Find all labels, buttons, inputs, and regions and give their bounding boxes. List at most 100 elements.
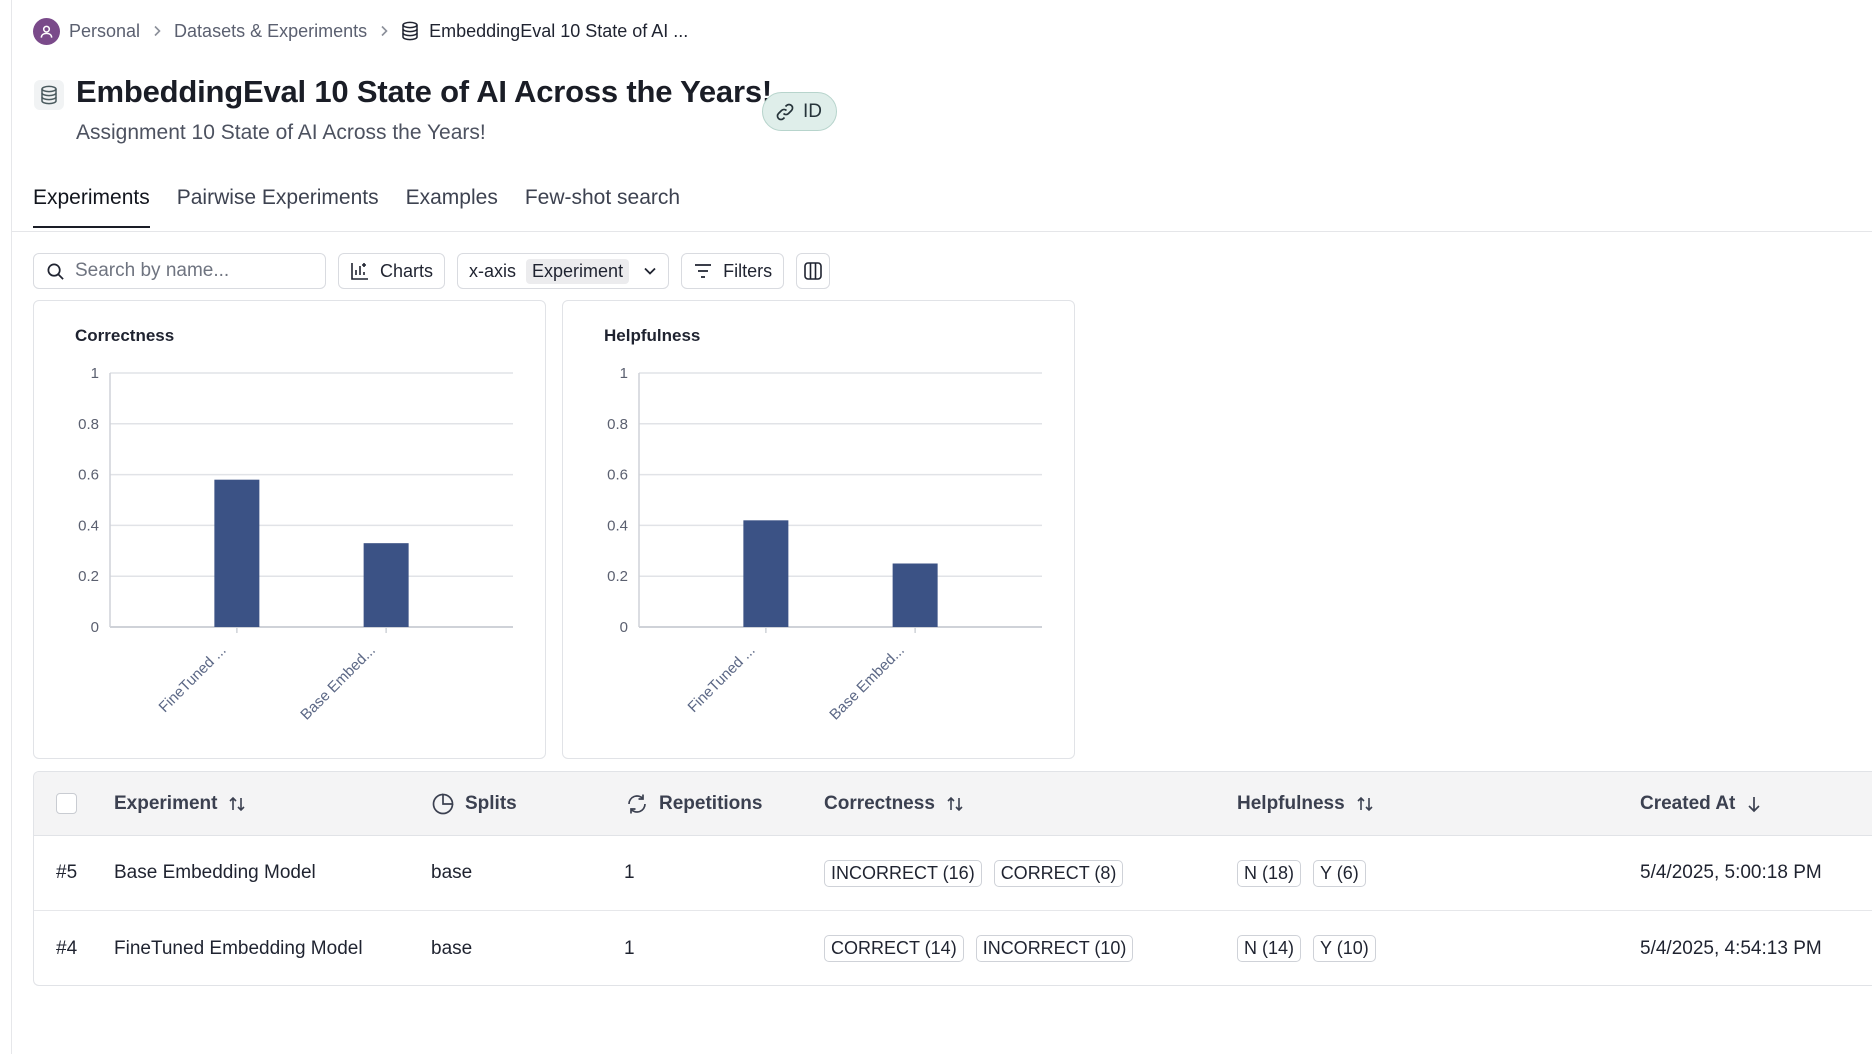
tab-pairwise-experiments[interactable]: Pairwise Experiments bbox=[177, 186, 379, 228]
column-header-repetitions[interactable]: Repetitions bbox=[625, 772, 762, 835]
helpfulness-tags: N (14) Y (10) bbox=[1237, 911, 1388, 985]
y-tick-label: 0 bbox=[620, 619, 628, 636]
page-title: EmbeddingEval 10 State of AI Across the … bbox=[76, 74, 773, 109]
database-icon bbox=[34, 80, 64, 110]
filter-lines-icon bbox=[695, 264, 712, 278]
arrow-down-icon[interactable] bbox=[1745, 794, 1763, 814]
charts-button[interactable]: Charts bbox=[338, 253, 446, 289]
feedback-tag: Y (10) bbox=[1313, 935, 1376, 962]
table-row[interactable]: #4 FineTuned Embedding Model base 1 CORR… bbox=[34, 911, 1872, 985]
select-all-checkbox[interactable] bbox=[56, 793, 77, 814]
tab-bar: Experiments Pairwise Experiments Example… bbox=[33, 186, 680, 228]
correctness-tags: INCORRECT (16) CORRECT (8) bbox=[824, 836, 1135, 910]
filters-label: Filters bbox=[723, 260, 773, 281]
column-header-correctness[interactable]: Correctness bbox=[824, 772, 965, 835]
split-value: base bbox=[431, 862, 473, 883]
correctness-tags: CORRECT (14) INCORRECT (10) bbox=[824, 911, 1145, 985]
feedback-tag: CORRECT (14) bbox=[824, 935, 964, 962]
feedback-tag: Y (6) bbox=[1313, 859, 1366, 887]
bar-chart: 0 0.2 0.4 0.6 0.8 1 FineTuned ... Base Embed... bbox=[78, 365, 513, 724]
charts-label: Charts bbox=[380, 260, 434, 281]
search-box bbox=[33, 253, 326, 289]
column-header-experiment[interactable]: Experiment bbox=[114, 772, 247, 835]
select-all-cell bbox=[56, 772, 77, 835]
toolbar: Charts x-axis Experiment Filters bbox=[33, 253, 831, 289]
chevron-down-icon bbox=[644, 267, 656, 275]
columns-icon bbox=[804, 262, 822, 280]
repetitions-value: 1 bbox=[624, 862, 635, 883]
table-header: Experiment Splits Repetitions Correctnes… bbox=[34, 772, 1872, 836]
search-icon bbox=[47, 263, 64, 280]
breadcrumb-datasets[interactable]: Datasets & Experiments bbox=[174, 21, 367, 42]
y-tick-label: 1 bbox=[91, 365, 99, 382]
experiment-name[interactable]: FineTuned Embedding Model bbox=[114, 911, 363, 985]
y-tick-label: 0.8 bbox=[607, 416, 628, 433]
split-value: base bbox=[431, 937, 473, 959]
y-tick-label: 0.6 bbox=[78, 467, 99, 484]
feedback-tag: CORRECT (8) bbox=[993, 859, 1124, 887]
column-label: Created At bbox=[1640, 792, 1736, 814]
breadcrumb-personal[interactable]: Personal bbox=[69, 21, 140, 42]
tab-examples[interactable]: Examples bbox=[406, 186, 498, 228]
x-tick-label: FineTuned ... bbox=[685, 642, 759, 716]
breadcrumb-current: EmbeddingEval 10 State of AI ... bbox=[401, 21, 688, 42]
user-avatar-icon[interactable] bbox=[33, 17, 60, 45]
tab-few-shot-search[interactable]: Few-shot search bbox=[525, 186, 680, 228]
x-tick-label: Base Embed... bbox=[826, 642, 908, 724]
bar bbox=[892, 563, 938, 627]
helpfulness-tags: N (18) Y (6) bbox=[1237, 836, 1378, 910]
table-row[interactable]: #5 Base Embedding Model base 1 INCORRECT… bbox=[34, 836, 1872, 911]
column-header-helpfulness[interactable]: Helpfulness bbox=[1237, 772, 1375, 835]
column-label: Experiment bbox=[114, 792, 218, 814]
columns-button[interactable] bbox=[796, 253, 831, 289]
breadcrumb-current-label: EmbeddingEval 10 State of AI ... bbox=[429, 20, 689, 41]
x-axis-select[interactable]: x-axis Experiment bbox=[457, 253, 670, 289]
column-label: Repetitions bbox=[659, 792, 763, 814]
bar-chart: 0 0.2 0.4 0.6 0.8 1 FineTuned ... Base Embed... bbox=[607, 365, 1042, 724]
y-tick-label: 0.2 bbox=[78, 568, 99, 585]
tabs-divider bbox=[12, 231, 1872, 232]
bar-chart-icon bbox=[351, 263, 368, 280]
column-header-splits[interactable]: Splits bbox=[431, 772, 517, 835]
column-label: Splits bbox=[465, 792, 517, 814]
experiment-name[interactable]: Base Embedding Model bbox=[114, 836, 316, 910]
row-id: #4 bbox=[56, 937, 78, 959]
tab-experiments[interactable]: Experiments bbox=[33, 186, 150, 228]
y-tick-label: 0.4 bbox=[607, 517, 628, 534]
x-axis-value: Experiment bbox=[526, 258, 630, 284]
y-tick-label: 0.4 bbox=[78, 517, 99, 534]
feedback-tag: INCORRECT (10) bbox=[975, 935, 1134, 962]
search-input[interactable] bbox=[75, 260, 305, 282]
sidebar-divider bbox=[11, 0, 12, 1054]
bar bbox=[214, 479, 260, 627]
row-id: #5 bbox=[56, 862, 78, 883]
sort-icon[interactable] bbox=[1355, 794, 1375, 814]
database-icon bbox=[402, 21, 418, 41]
x-tick-label: FineTuned ... bbox=[156, 642, 230, 716]
breadcrumb: Personal Datasets & Experiments Embeddin… bbox=[33, 17, 688, 45]
repeat-icon bbox=[628, 794, 646, 813]
feedback-tag: INCORRECT (16) bbox=[824, 859, 982, 887]
created-at-value: 5/4/2025, 5:00:18 PM bbox=[1640, 862, 1822, 883]
column-header-created-at[interactable]: Created At bbox=[1640, 772, 1763, 835]
sort-icon[interactable] bbox=[227, 794, 247, 814]
sort-icon[interactable] bbox=[945, 794, 965, 814]
y-tick-label: 1 bbox=[620, 365, 628, 382]
pie-chart-icon bbox=[432, 793, 454, 814]
id-label: ID bbox=[803, 100, 822, 122]
repetitions-value: 1 bbox=[624, 937, 635, 959]
filters-button[interactable]: Filters bbox=[681, 253, 785, 289]
feedback-tag: N (14) bbox=[1237, 935, 1302, 962]
chevron-right-icon bbox=[379, 25, 389, 37]
page-subtitle: Assignment 10 State of AI Across the Yea… bbox=[76, 121, 486, 144]
y-tick-label: 0.6 bbox=[607, 467, 628, 484]
chart-card-correctness: Correctness 0 0.2 0.4 0.6 0.8 1 FineTuned ... B… bbox=[33, 300, 546, 759]
experiments-table: Experiment Splits Repetitions Correctnes… bbox=[33, 771, 1872, 986]
bar bbox=[363, 543, 409, 627]
chevron-right-icon bbox=[152, 25, 162, 37]
created-at-value: 5/4/2025, 4:54:13 PM bbox=[1640, 937, 1822, 959]
y-tick-label: 0.2 bbox=[607, 568, 628, 585]
x-tick-label: Base Embed... bbox=[297, 642, 379, 724]
y-tick-label: 0 bbox=[91, 619, 99, 636]
copy-id-button[interactable]: ID bbox=[762, 92, 837, 131]
